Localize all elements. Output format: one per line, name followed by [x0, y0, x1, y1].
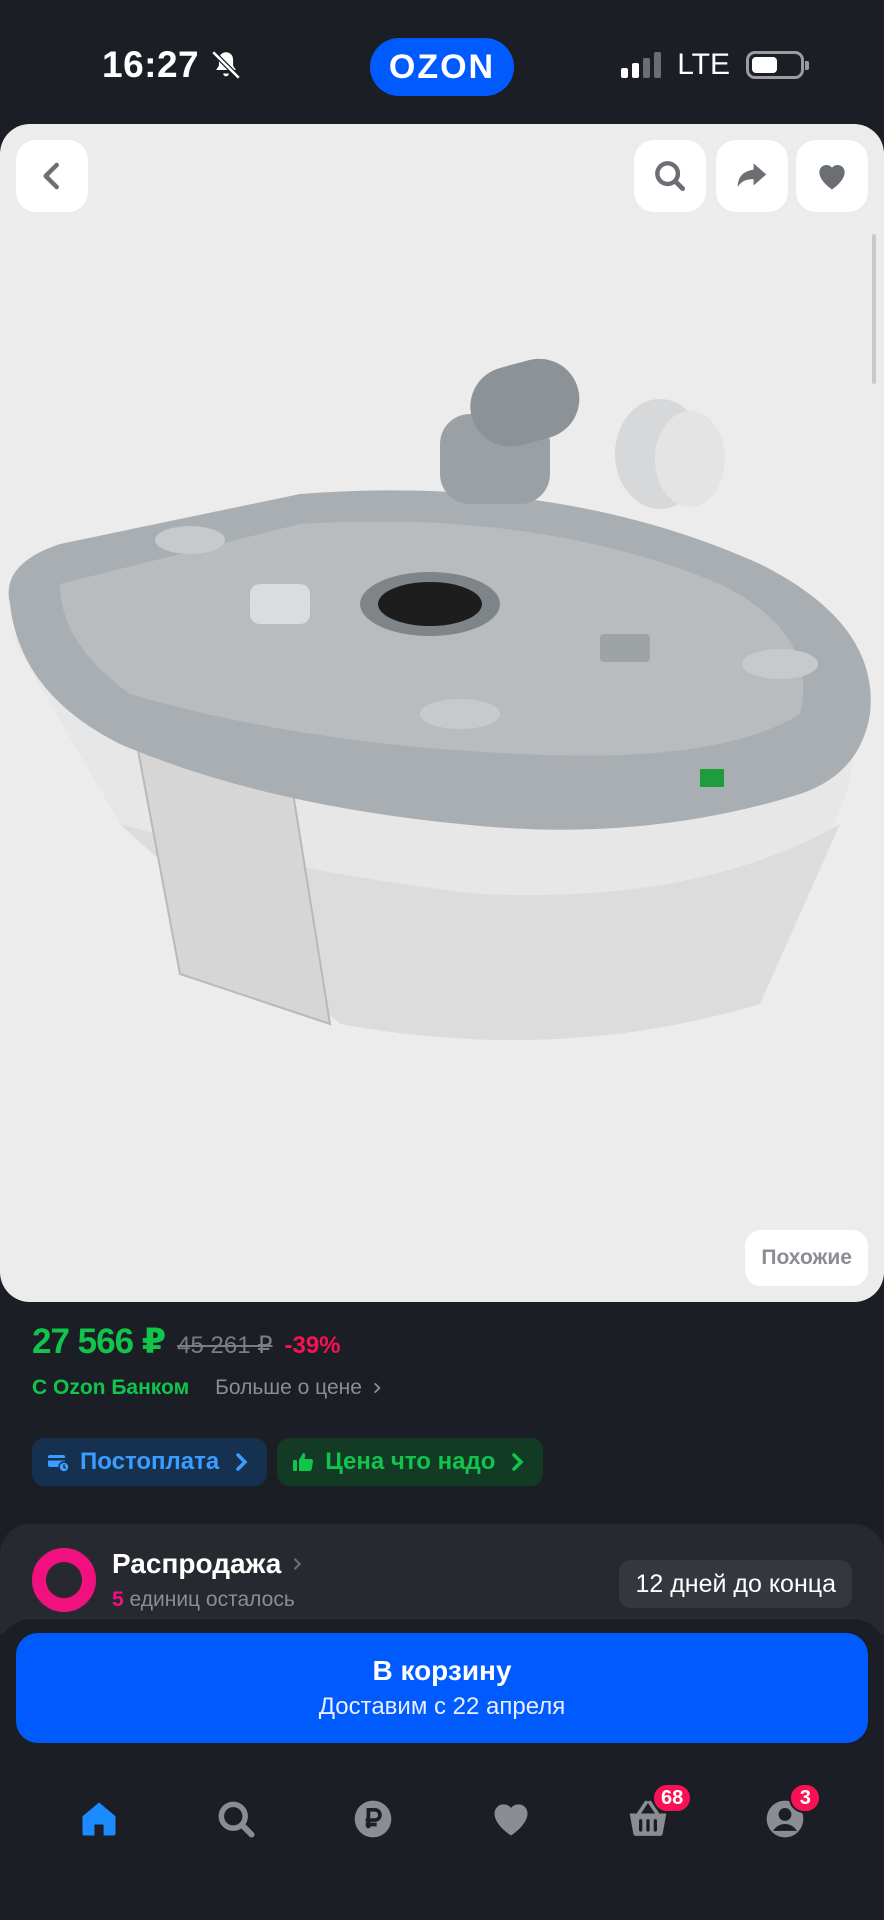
add-to-cart-button[interactable]: В корзину Доставим с 22 апреля: [16, 1633, 868, 1743]
tab-finance[interactable]: [333, 1779, 413, 1859]
home-icon: [82, 1802, 116, 1836]
tab-favorites[interactable]: [471, 1779, 551, 1859]
units-left-text: единиц осталось: [129, 1588, 295, 1611]
cart-count-badge: 68: [651, 1783, 693, 1813]
sale-ring-icon: [32, 1548, 96, 1612]
heart-icon: [819, 164, 845, 190]
status-time: 16:27: [102, 44, 200, 85]
product-gallery[interactable]: Похожие: [0, 124, 884, 1302]
discount-badge: -39%: [284, 1332, 341, 1359]
fair-price-chip[interactable]: Цена что надо: [277, 1438, 544, 1486]
chevron-right-icon: [374, 1382, 381, 1394]
units-left: 5 единиц осталось: [112, 1588, 295, 1612]
postpay-label: Постоплата: [80, 1448, 220, 1475]
tab-home[interactable]: [59, 1779, 139, 1859]
ozon-bank-label: С Ozon Банком: [32, 1376, 190, 1399]
sale-countdown: 12 дней до конца: [619, 1560, 852, 1608]
share-icon: [737, 163, 767, 188]
postpay-chip[interactable]: Постоплата: [32, 1438, 268, 1486]
current-price: 27 566 ₽: [32, 1322, 166, 1361]
gallery-scroll-indicator: [872, 234, 876, 384]
fair-price-label: Цена что надо: [325, 1448, 496, 1475]
price-card: 27 566 ₽ 45 261 ₽ -39% С Ozon Банком Бол…: [0, 1302, 884, 1508]
feature-chips: Постоплата Цена что надо: [32, 1438, 544, 1486]
gallery-search-button[interactable]: [634, 140, 706, 212]
chevron-right-icon: [512, 1453, 524, 1471]
search-icon: [218, 1801, 255, 1838]
favorite-button[interactable]: [796, 140, 868, 212]
heart-icon: [494, 1804, 528, 1836]
ruble-icon: [354, 1800, 392, 1838]
more-price-link[interactable]: Больше о цене: [215, 1376, 384, 1400]
tab-search[interactable]: [196, 1779, 276, 1859]
sale-title: Распродажа: [112, 1548, 305, 1580]
more-price-label: Больше о цене: [215, 1376, 362, 1399]
signal-icon: [621, 52, 662, 78]
network-type: LTE: [677, 48, 730, 81]
chevron-right-icon: [236, 1453, 248, 1471]
tab-bar: 68 3: [0, 1769, 884, 1869]
tab-profile[interactable]: 3: [745, 1779, 825, 1859]
bell-muted-icon: [211, 50, 241, 80]
similar-button[interactable]: Похожие: [745, 1230, 868, 1286]
bottom-sheet: В корзину Доставим с 22 апреля 68 3: [0, 1618, 884, 1920]
status-bar: 16:27 OZON LTE: [0, 0, 884, 124]
bank-row: С Ozon Банком Больше о цене: [32, 1376, 384, 1400]
status-indicators: LTE: [621, 48, 809, 82]
price-row: 27 566 ₽ 45 261 ₽ -39%: [32, 1322, 341, 1362]
add-to-cart-label: В корзину: [372, 1655, 512, 1686]
status-time-group: 16:27: [102, 44, 243, 86]
chevron-left-icon: [43, 162, 59, 190]
back-button[interactable]: [16, 140, 88, 212]
delivery-date: Доставим с 22 апреля: [318, 1693, 566, 1720]
sale-title-text: Распродажа: [112, 1548, 282, 1579]
search-icon: [655, 161, 686, 192]
battery-icon: [746, 51, 809, 79]
units-left-count: 5: [112, 1588, 124, 1611]
share-button[interactable]: [716, 140, 788, 212]
profile-badge: 3: [789, 1783, 822, 1813]
old-price: 45 261 ₽: [177, 1332, 273, 1359]
ozon-logo: OZON: [370, 38, 514, 96]
tab-cart[interactable]: 68: [608, 1779, 693, 1859]
card-clock-icon: [48, 1455, 70, 1473]
chevron-right-icon: [294, 1558, 302, 1570]
thumbs-up-icon: [293, 1453, 314, 1472]
product-image: [8, 358, 871, 1040]
